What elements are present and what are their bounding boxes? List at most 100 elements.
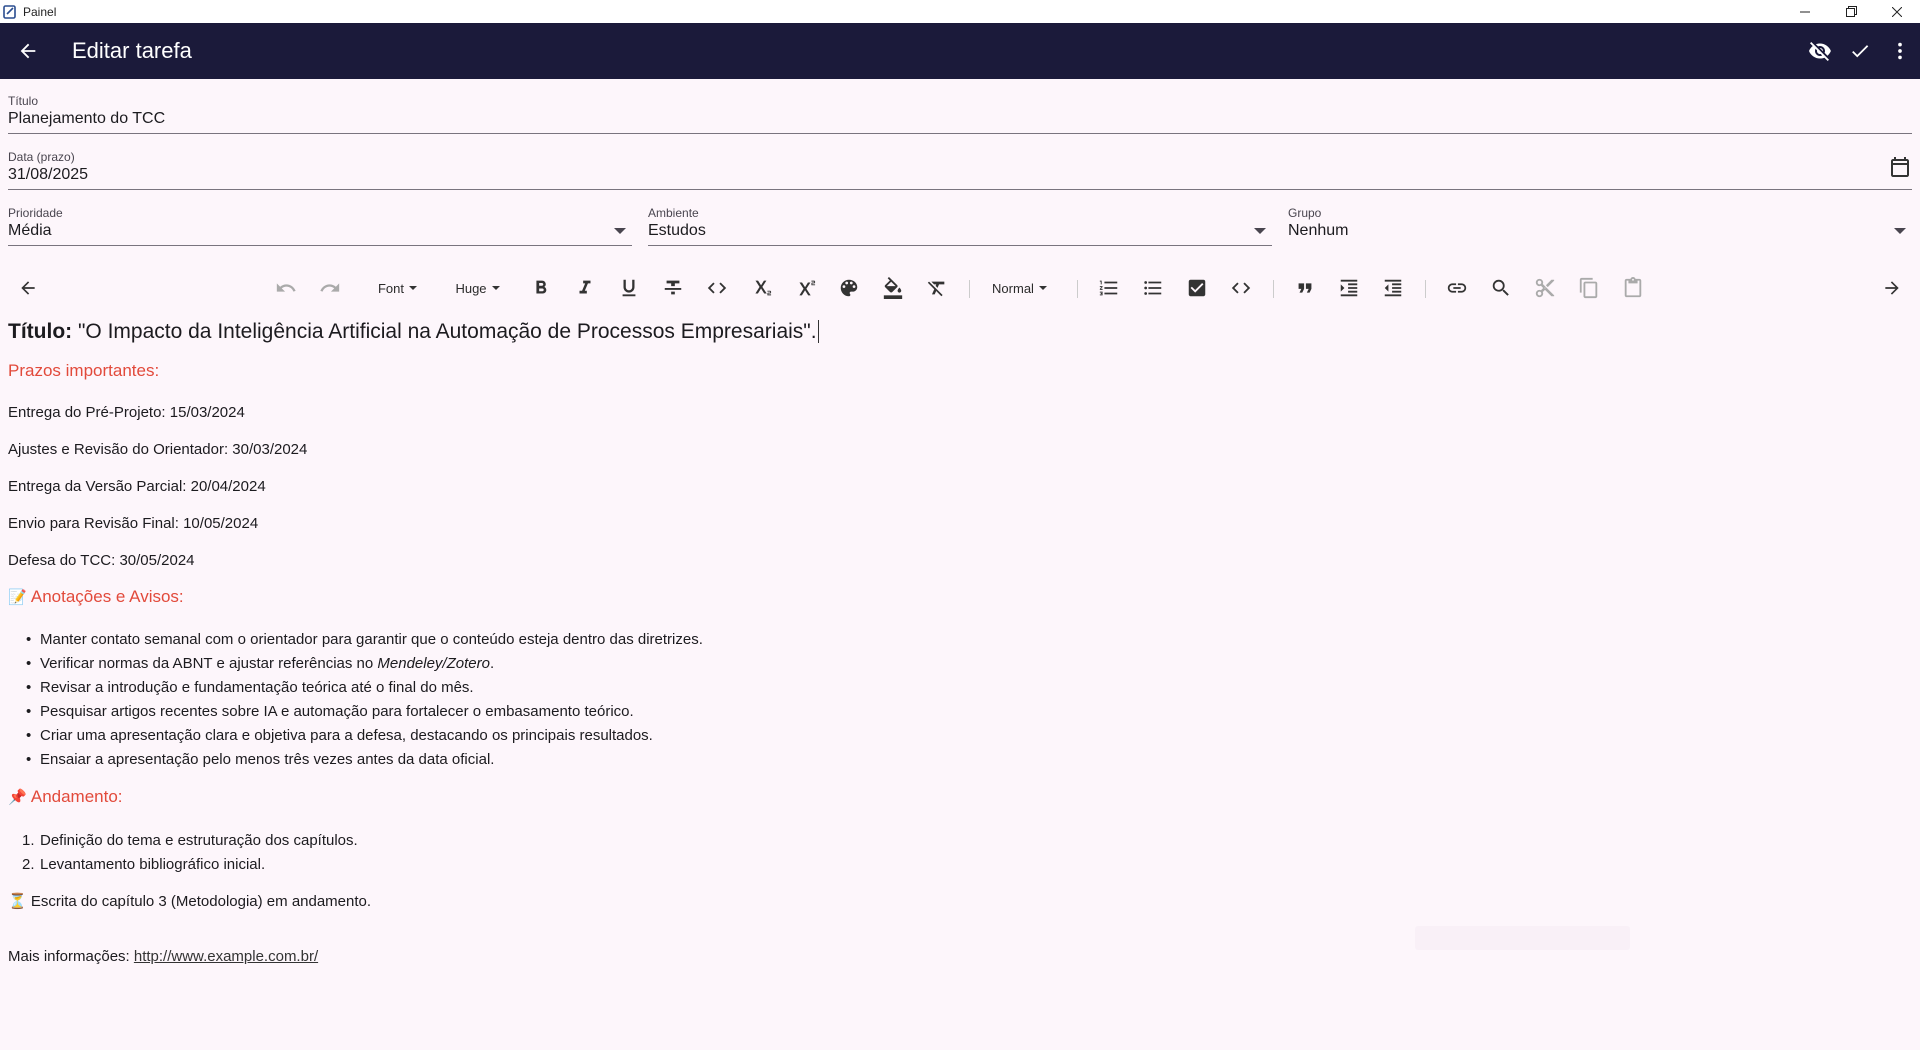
copy-button[interactable]: [1573, 268, 1605, 308]
bold-button[interactable]: [525, 268, 557, 308]
priority-dropdown[interactable]: Prioridade Média: [8, 206, 632, 246]
calendar-icon[interactable]: [1888, 155, 1912, 179]
code-icon: [707, 282, 727, 294]
font-size-dropdown[interactable]: Huge: [448, 268, 508, 308]
date-field[interactable]: Data (prazo) 31/08/2025: [8, 150, 1912, 190]
more-info-label: Mais informações:: [8, 948, 134, 965]
redo-button[interactable]: [314, 268, 346, 308]
underline-button[interactable]: [613, 268, 645, 308]
toolbar-scroll-left-button[interactable]: [12, 268, 44, 308]
format-list-bulleted-icon: [1144, 281, 1162, 295]
bullet-list-button[interactable]: [1137, 268, 1169, 308]
title-value[interactable]: Planejamento do TCC: [8, 110, 1912, 128]
more-info: Mais informações: http://www.example.com…: [8, 947, 318, 967]
chevron-down-icon: [1894, 228, 1906, 234]
list-item: • Pesquisar artigos recentes sobre IA e a…: [26, 703, 634, 720]
background-color-button[interactable]: [877, 268, 909, 308]
back-button[interactable]: [0, 23, 56, 79]
hourglass-emoji-icon: ⏳: [8, 893, 27, 910]
save-button[interactable]: [1840, 23, 1880, 79]
font-family-dropdown[interactable]: Font: [368, 268, 428, 308]
format-quote-icon: [1298, 283, 1312, 293]
list-item: • Revisar a introdução e fundamentação te…: [26, 679, 474, 696]
cut-button[interactable]: [1529, 268, 1561, 308]
search-icon: [1492, 279, 1509, 296]
header-style-dropdown[interactable]: Normal: [982, 268, 1058, 308]
chevron-down-icon: [614, 228, 626, 234]
heading-label: Título:: [8, 320, 73, 343]
close-window-button[interactable]: [1874, 0, 1920, 23]
paste-button[interactable]: [1617, 268, 1649, 308]
redo-icon: [320, 283, 340, 292]
environment-label: Ambiente: [648, 206, 699, 220]
inline-code-button[interactable]: [701, 268, 733, 308]
heading-text: "O Impacto da Inteligência Artificial na…: [72, 320, 817, 343]
font-size-value: Huge: [455, 280, 487, 296]
format-indent-increase-icon: [1340, 279, 1358, 297]
header-style-value: Normal: [992, 280, 1034, 296]
code-icon: [1231, 282, 1251, 294]
italic-button[interactable]: [569, 268, 601, 308]
more-info-link[interactable]: http://www.example.com.br/: [134, 948, 318, 965]
ordered-list-button[interactable]: [1093, 268, 1125, 308]
title-field[interactable]: Título Planejamento do TCC: [8, 94, 1912, 134]
deadlines-title: Prazos importantes:: [8, 361, 160, 380]
outdent-button[interactable]: [1377, 268, 1409, 308]
list-item: • Manter contato semanal com o orientador…: [26, 631, 703, 648]
date-label: Data (prazo): [8, 150, 75, 164]
app-icon: [3, 4, 16, 19]
toggle-visibility-button[interactable]: [1800, 23, 1840, 79]
underline-icon: [622, 279, 636, 297]
more-options-button[interactable]: [1880, 23, 1920, 79]
deadline-item: Defesa do TCC: 30/05/2024: [8, 552, 195, 569]
quote-button[interactable]: [1289, 268, 1321, 308]
checklist-button[interactable]: [1181, 268, 1213, 308]
writing-status: ⏳ Escrita do capítulo 3 (Metodologia) em…: [8, 893, 372, 910]
minimize-button[interactable]: [1782, 0, 1828, 23]
caret-down-icon: [1038, 286, 1047, 290]
environment-value[interactable]: Estudos: [648, 222, 1272, 240]
text-color-button[interactable]: [833, 268, 865, 308]
environment-dropdown[interactable]: Ambiente Estudos: [648, 206, 1272, 246]
date-value[interactable]: 31/08/2025: [8, 166, 1912, 184]
search-button[interactable]: [1485, 268, 1517, 308]
list-item: • Ensaiar a apresentação pelo menos três …: [26, 751, 495, 768]
caret-down-icon: [409, 286, 417, 290]
scissors-icon: [1535, 278, 1555, 298]
title-label: Título: [8, 94, 39, 108]
indent-button[interactable]: [1333, 268, 1365, 308]
strikethrough-button[interactable]: [657, 268, 689, 308]
chevron-down-icon: [1254, 228, 1266, 234]
group-dropdown[interactable]: Grupo Nenhum: [1288, 206, 1912, 246]
copy-icon: [1579, 277, 1598, 299]
format-color-fill-icon: [883, 277, 903, 299]
priority-value[interactable]: Média: [8, 222, 632, 240]
link-button[interactable]: [1441, 268, 1473, 308]
italic-icon: [579, 280, 591, 294]
clipboard-icon: [1624, 277, 1642, 298]
list-item: • Verificar normas da ABNT e ajustar refe…: [26, 655, 495, 672]
code-block-button[interactable]: [1225, 268, 1257, 308]
toolbar-scroll-right-button[interactable]: [1876, 268, 1908, 308]
deadline-item: Envio para Revisão Final: 10/05/2024: [8, 515, 259, 532]
group-label: Grupo: [1288, 206, 1322, 220]
deadline-item: Entrega da Versão Parcial: 20/04/2024: [8, 478, 266, 495]
superscript-button[interactable]: [789, 268, 821, 308]
subscript-button[interactable]: [745, 268, 777, 308]
arrow-back-icon: [21, 281, 35, 295]
deadline-item: Ajustes e Revisão do Orientador: 30/03/2…: [8, 441, 308, 458]
notes-italic: Mendeley/Zotero: [377, 655, 490, 672]
undo-button[interactable]: [270, 268, 302, 308]
format-indent-decrease-icon: [1384, 279, 1402, 297]
progress-section-title: 📌 Andamento:: [8, 787, 123, 808]
superscript-icon: [799, 280, 816, 296]
palette-icon: [840, 279, 858, 297]
group-value[interactable]: Nenhum: [1288, 222, 1912, 240]
arrow-forward-icon: [1885, 281, 1899, 295]
clear-format-button[interactable]: [921, 268, 953, 308]
deadline-item: Entrega do Pré-Projeto: 15/03/2024: [8, 404, 245, 421]
restore-button[interactable]: [1828, 0, 1874, 23]
priority-label: Prioridade: [8, 206, 63, 220]
window-titlebar: Painel: [0, 0, 1920, 23]
content-heading: Título: "O Impacto da Inteligência Artif…: [8, 318, 819, 346]
